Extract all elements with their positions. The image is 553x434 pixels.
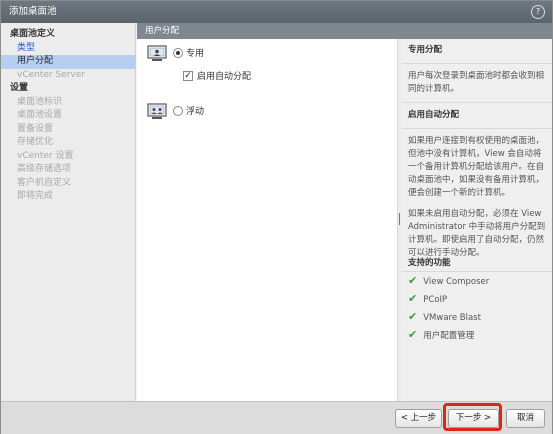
check-icon: ✔ [408,310,418,323]
help-text-manual-assign: 如果未启用自动分配，必须在 View Administrator 中手动将用户分… [408,209,546,258]
nav-item-vcenter-server: vCenter Server [17,69,85,80]
wizard-nav: 桌面池定义 类型 用户分配 vCenter Server 设置 桌面池标识 桌面… [1,23,136,401]
dedicated-label: 专用 [186,49,205,59]
dedicated-desktop-icon [147,45,167,61]
features-title: 支持的功能 [408,258,451,268]
section-header: 用户分配 [137,23,552,39]
nav-item-vcenter-settings: vCenter 设置 [17,150,74,161]
nav-item-storage-optimization: 存储优化 [17,137,54,147]
next-button-highlight [443,403,502,431]
auto-assign-label: 启用自动分配 [197,72,252,82]
check-icon: ✔ [408,274,418,287]
check-icon: ✔ [408,292,418,305]
help-panel: 专用分配 用户每次登录到桌面池时都会收到相同的计算机。 启用自动分配 如果用户连… [402,39,552,401]
nav-item-pool-settings: 桌面池设置 [17,110,63,120]
help-icon[interactable]: ? [531,5,545,19]
nav-item-guest-customization: 客户机自定义 [17,177,72,188]
dedicated-radio[interactable] [173,48,183,58]
dialog-title: 添加桌面池 [9,6,57,17]
help-text-dedicated: 用户每次登录到桌面池时都会收到相同的计算机。 [408,71,545,94]
feature-item: ✔ 用户配置管理 [408,328,475,341]
nav-item-user-assignment[interactable]: 用户分配 [1,55,135,69]
add-desktop-pool-dialog: 添加桌面池 ? 桌面池定义 类型 用户分配 vCenter Server 设置 … [0,0,553,434]
back-button[interactable]: < 上一步 [395,409,442,428]
nav-item-provisioning: 置备设置 [17,123,54,134]
nav-section-settings: 设置 [10,83,29,93]
main-content: 专用 ✓ 启用自动分配 浮动 [137,39,397,401]
nav-item-advanced-storage: 高级存储选项 [17,164,72,174]
nav-item-ready-to-complete: 即将完成 [17,191,54,201]
nav-section-pool-definition: 桌面池定义 [10,29,56,39]
floating-label: 浮动 [186,107,205,117]
feature-item: ✔ PCoIP [408,292,448,305]
help-title-dedicated: 专用分配 [408,45,443,55]
help-text-auto-assign: 如果用户连接到有权使用的桌面池，但池中没有计算机，View 会自动将一个备用计算… [408,136,545,198]
floating-desktop-icon [147,103,167,119]
cancel-button[interactable]: 取消 [506,409,545,428]
nav-item-pool-id: 桌面池标识 [17,96,63,107]
auto-assign-checkbox[interactable]: ✓ [183,71,193,81]
check-icon: ✔ [408,328,418,341]
feature-item: ✔ View Composer [408,274,490,287]
feature-item: ✔ VMware Blast [408,310,481,323]
help-title-auto-assign: 启用自动分配 [408,110,460,120]
floating-radio[interactable] [173,106,183,116]
title-bar: 添加桌面池 ? [1,1,552,23]
nav-item-type[interactable]: 类型 [1,42,135,56]
